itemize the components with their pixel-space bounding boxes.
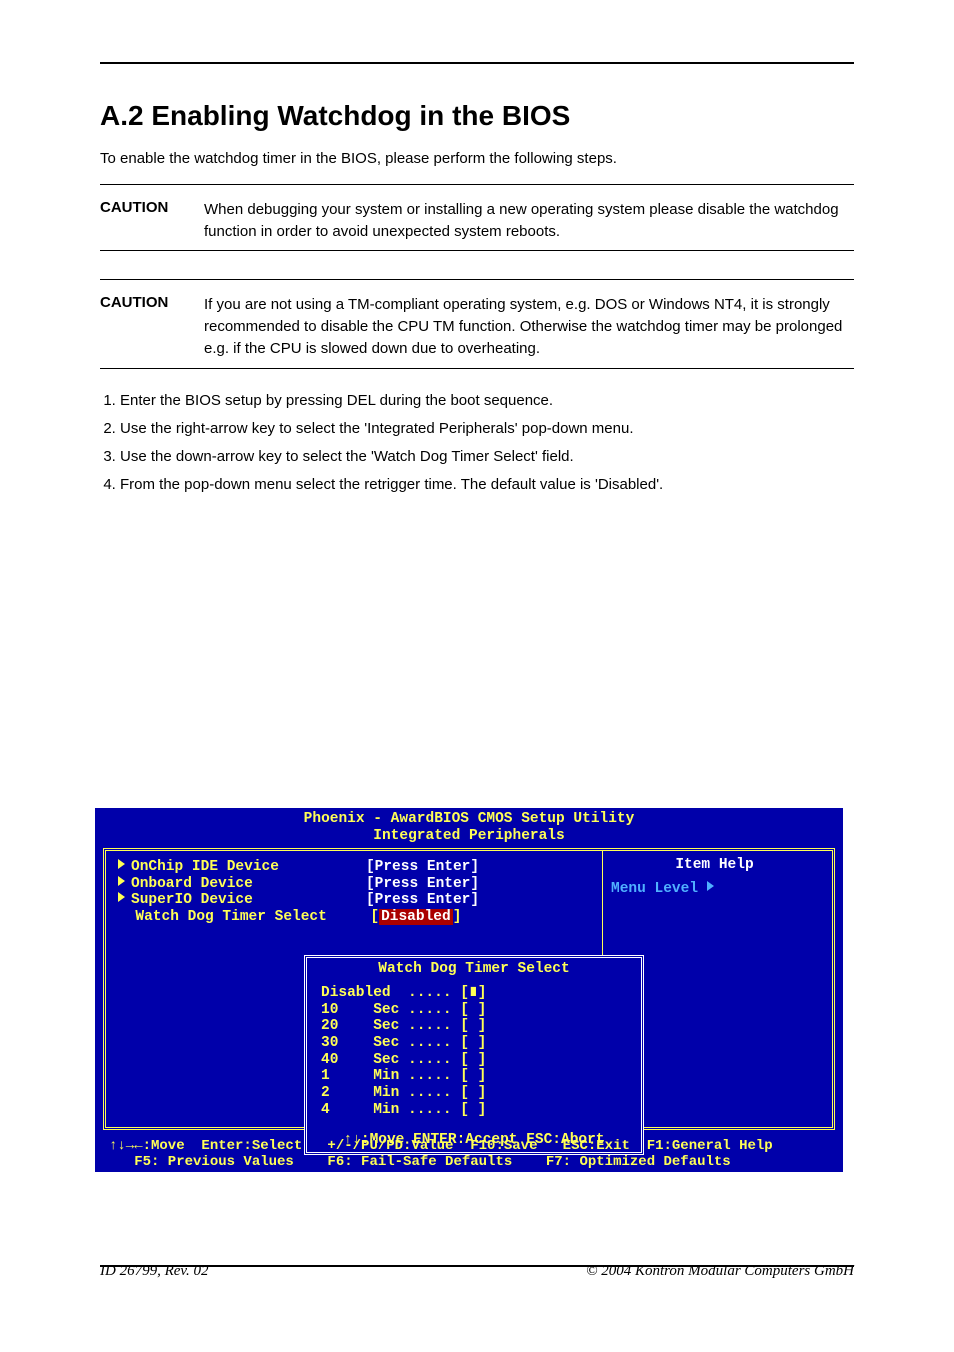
menu-value: [Press Enter]	[366, 859, 479, 875]
doc-id: ID 26799, Rev. 02	[100, 1263, 208, 1279]
divider	[100, 279, 854, 280]
triangle-right-icon	[707, 881, 714, 891]
divider	[100, 368, 854, 369]
step-item: Use the down-arrow key to select the 'Wa…	[120, 445, 854, 469]
page: A.2 Enabling Watchdog in the BIOS To ena…	[0, 0, 954, 1352]
bios-screen: Phoenix - AwardBIOS CMOS Setup Utility I…	[95, 808, 843, 1172]
bios-popup: Watch Dog Timer Select Disabled ..... [∎…	[304, 955, 644, 1155]
popup-title: Watch Dog Timer Select	[307, 958, 641, 985]
popup-option[interactable]: 4 Min ..... [ ]	[321, 1102, 627, 1119]
caution-2: CAUTION If you are not using a TM-compli…	[100, 294, 854, 359]
caution-text: When debugging your system or installing…	[204, 199, 848, 243]
caution-1: CAUTION When debugging your system or in…	[100, 199, 854, 243]
caution-label: CAUTION	[100, 199, 200, 216]
content-area: A.2 Enabling Watchdog in the BIOS To ena…	[100, 100, 854, 501]
step-item: From the pop-down menu select the retrig…	[120, 473, 854, 497]
footer-left: ID 26799, Rev. 02	[100, 1263, 208, 1280]
steps-list: Enter the BIOS setup by pressing DEL dur…	[120, 389, 854, 497]
footer-right: © 2004 Kontron Modular Computers GmbH	[586, 1263, 854, 1280]
bios-title-line1: Phoenix - AwardBIOS CMOS Setup Utility	[304, 811, 635, 827]
popup-option[interactable]: 2 Min ..... [ ]	[321, 1085, 627, 1102]
menu-label: OnChip IDE Device	[131, 859, 279, 875]
intro-paragraph: To enable the watchdog timer in the BIOS…	[100, 148, 854, 170]
section-heading: A.2 Enabling Watchdog in the BIOS	[100, 100, 854, 132]
popup-option[interactable]: 20 Sec ..... [ ]	[321, 1018, 627, 1035]
divider	[100, 184, 854, 185]
popup-option[interactable]: 40 Sec ..... [ ]	[321, 1052, 627, 1069]
copyright: © 2004 Kontron Modular Computers GmbH	[586, 1263, 854, 1279]
step-item: Enter the BIOS setup by pressing DEL dur…	[120, 389, 854, 413]
bios-menu-row[interactable]: Watch Dog Timer Select [Disabled]	[118, 909, 608, 926]
divider	[100, 250, 854, 251]
caution-text: If you are not using a TM-compliant oper…	[204, 294, 848, 359]
bios-menu-left: OnChip IDE Device [Press Enter] Onboard …	[118, 859, 608, 926]
bios-menu-row[interactable]: Onboard Device [Press Enter]	[118, 876, 608, 893]
bios-footer: ↑↓→←:Move Enter:Select +/-/PU/PD:Value F…	[103, 1138, 835, 1170]
bios-menu-row[interactable]: OnChip IDE Device [Press Enter]	[118, 859, 608, 876]
header-rule	[100, 62, 854, 64]
popup-option[interactable]: 1 Min ..... [ ]	[321, 1068, 627, 1085]
caution-label: CAUTION	[100, 294, 200, 311]
item-help-header: Item Help	[611, 857, 818, 873]
triangle-right-icon	[118, 876, 125, 886]
menu-value-selected: Disabled	[379, 909, 453, 925]
popup-option[interactable]: Disabled ..... [∎]	[321, 985, 627, 1002]
page-footer: ID 26799, Rev. 02 © 2004 Kontron Modular…	[100, 1263, 854, 1297]
bios-title-line2: Integrated Peripherals	[373, 828, 564, 844]
step-item: Use the right-arrow key to select the 'I…	[120, 417, 854, 441]
bios-screenshot: Phoenix - AwardBIOS CMOS Setup Utility I…	[95, 808, 843, 1172]
bios-frame: OnChip IDE Device [Press Enter] Onboard …	[103, 848, 835, 1130]
popup-option-list: Disabled ..... [∎] 10 Sec ..... [ ] 20 S…	[307, 985, 641, 1124]
triangle-right-icon	[118, 892, 125, 902]
menu-value: [Press Enter]	[366, 876, 479, 892]
bios-title: Phoenix - AwardBIOS CMOS Setup Utility I…	[95, 808, 843, 846]
menu-label: Onboard Device	[131, 876, 253, 892]
menu-label: SuperIO Device	[131, 892, 253, 908]
menu-label: Watch Dog Timer Select	[135, 909, 326, 925]
bios-menu-row[interactable]: SuperIO Device [Press Enter]	[118, 892, 608, 909]
menu-level: Menu Level	[611, 881, 818, 897]
triangle-right-icon	[118, 859, 125, 869]
menu-value: [Press Enter]	[366, 892, 479, 908]
popup-option[interactable]: 30 Sec ..... [ ]	[321, 1035, 627, 1052]
popup-option[interactable]: 10 Sec ..... [ ]	[321, 1002, 627, 1019]
